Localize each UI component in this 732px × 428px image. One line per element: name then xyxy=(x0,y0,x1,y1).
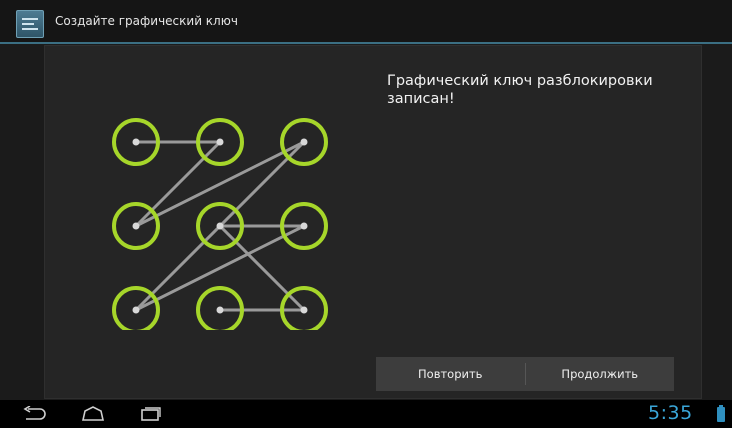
navigation-bar: 5:35 xyxy=(0,400,732,428)
pattern-segment xyxy=(134,224,306,312)
pattern-segment xyxy=(134,140,306,228)
continue-button[interactable]: Продолжить xyxy=(526,357,675,391)
clock: 5:35 xyxy=(648,402,693,424)
pattern-segment xyxy=(218,224,306,312)
button-bar: Повторить Продолжить xyxy=(376,357,674,391)
settings-sliders-icon[interactable] xyxy=(16,10,44,38)
page-title: Создайте графический ключ xyxy=(55,14,238,28)
pattern-dot-7[interactable] xyxy=(112,286,160,330)
home-icon[interactable] xyxy=(80,406,106,422)
action-bar: Создайте графический ключ xyxy=(0,0,732,44)
pattern-segment xyxy=(134,140,222,228)
recent-apps-icon[interactable] xyxy=(138,406,164,422)
pattern-grid[interactable] xyxy=(100,110,340,330)
retry-button[interactable]: Повторить xyxy=(376,357,525,391)
back-icon[interactable] xyxy=(22,406,48,422)
pattern-dot-3[interactable] xyxy=(280,118,328,166)
battery-icon xyxy=(717,405,725,422)
pattern-dot-4[interactable] xyxy=(112,202,160,250)
pattern-saved-message: Графический ключ разблокировки записан! xyxy=(387,73,653,107)
